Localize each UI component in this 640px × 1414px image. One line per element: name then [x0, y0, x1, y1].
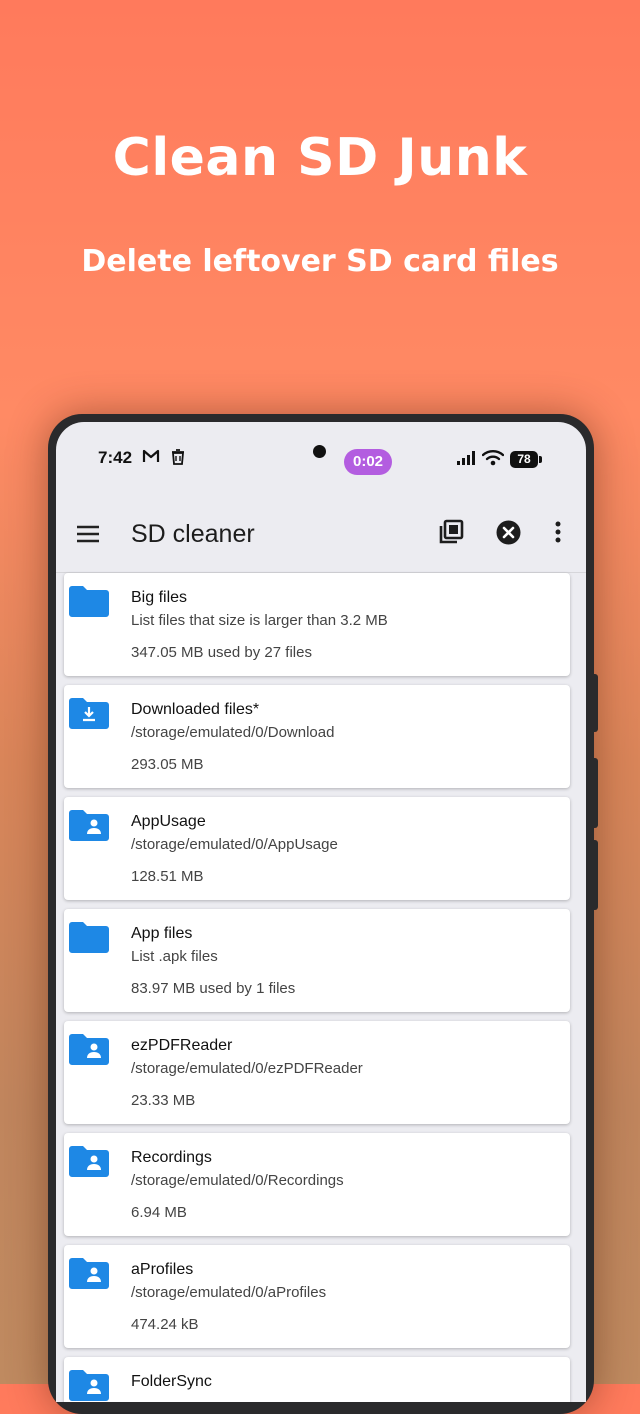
list-item[interactable]: Downloaded files* /storage/emulated/0/Do… — [64, 685, 570, 788]
folder-icon — [69, 921, 109, 958]
list-item[interactable]: Big files List files that size is larger… — [64, 573, 570, 676]
user-folder-icon — [69, 1145, 109, 1182]
item-name: AppUsage — [131, 813, 206, 830]
phone-side-button — [592, 674, 598, 732]
item-description: List .apk files — [131, 948, 218, 965]
item-size: 347.05 MB used by 27 files — [131, 644, 312, 661]
front-camera — [313, 445, 326, 458]
app-bar: SD cleaner — [56, 502, 586, 573]
list-item[interactable]: aProfiles /storage/emulated/0/aProfiles … — [64, 1245, 570, 1348]
user-folder-icon — [69, 1369, 109, 1402]
list-item[interactable]: ezPDFReader /storage/emulated/0/ezPDFRea… — [64, 1021, 570, 1124]
gmail-icon — [142, 448, 160, 469]
list-item[interactable]: FolderSync — [64, 1357, 570, 1402]
phone-side-button — [592, 758, 598, 828]
menu-icon[interactable] — [76, 524, 100, 549]
item-size: 23.33 MB — [131, 1092, 196, 1109]
phone-side-button — [592, 840, 598, 910]
item-size: 128.51 MB — [131, 868, 204, 885]
item-name: Recordings — [131, 1149, 212, 1166]
item-name: aProfiles — [131, 1261, 194, 1278]
phone-screen: 7:42 0:02 78 SD cleaner Big files List f… — [56, 422, 586, 1402]
promo-headline: Clean SD Junk — [112, 128, 528, 188]
item-description: /storage/emulated/0/aProfiles — [131, 1284, 327, 1301]
close-circle-icon[interactable] — [496, 520, 521, 550]
item-description: List files that size is larger than 3.2 … — [131, 612, 388, 629]
status-time: 7:42 — [98, 448, 133, 467]
download-folder-icon — [69, 697, 109, 734]
item-size: 83.97 MB used by 1 files — [131, 980, 296, 997]
signal-icon — [456, 450, 476, 471]
list-item[interactable]: Recordings /storage/emulated/0/Recording… — [64, 1133, 570, 1236]
app-grid-icon[interactable] — [438, 519, 464, 550]
item-size: 474.24 kB — [131, 1316, 199, 1333]
more-vert-icon[interactable] — [555, 521, 561, 548]
item-description: /storage/emulated/0/ezPDFReader — [131, 1060, 363, 1077]
promo-subline: Delete leftover SD card files — [81, 244, 559, 279]
item-name: ezPDFReader — [131, 1037, 233, 1054]
battery-tip — [539, 456, 542, 463]
trash-can-icon — [170, 448, 186, 470]
item-size: 293.05 MB — [131, 756, 204, 773]
status-bar: 7:42 0:02 78 — [56, 422, 586, 502]
app-title: SD cleaner — [131, 520, 255, 548]
recording-timer: 0:02 — [344, 449, 392, 475]
item-description: /storage/emulated/0/Download — [131, 724, 335, 741]
user-folder-icon — [69, 809, 109, 846]
battery-indicator: 78 — [510, 451, 538, 468]
list-item[interactable]: App files List .apk files 83.97 MB used … — [64, 909, 570, 1012]
wifi-icon — [481, 449, 505, 471]
list-item[interactable]: AppUsage /storage/emulated/0/AppUsage 12… — [64, 797, 570, 900]
folder-icon — [69, 585, 109, 622]
user-folder-icon — [69, 1257, 109, 1294]
item-name: App files — [131, 925, 193, 942]
item-name: Big files — [131, 589, 188, 606]
item-description: /storage/emulated/0/Recordings — [131, 1172, 344, 1189]
item-name: FolderSync — [131, 1373, 212, 1390]
item-size: 6.94 MB — [131, 1204, 187, 1221]
item-description: /storage/emulated/0/AppUsage — [131, 836, 338, 853]
item-name: Downloaded files* — [131, 701, 260, 718]
user-folder-icon — [69, 1033, 109, 1070]
